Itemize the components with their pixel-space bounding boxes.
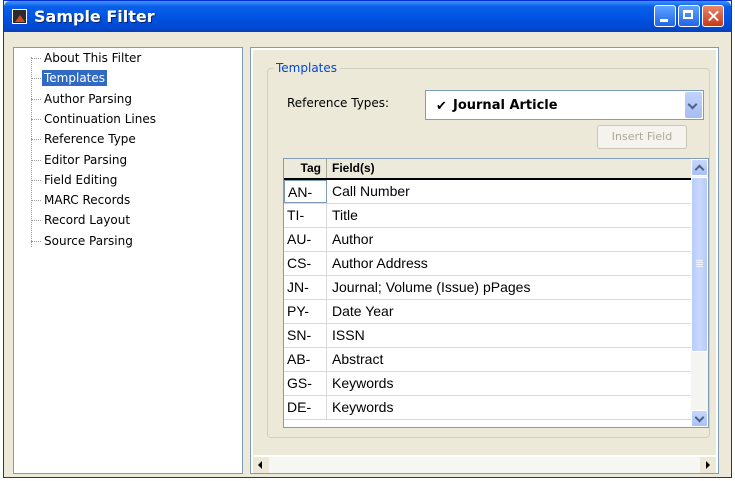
tree-connector (31, 78, 41, 80)
tree-connector (31, 159, 41, 161)
tag-cell[interactable]: SN- (284, 324, 327, 347)
grid-vertical-scrollbar[interactable] (691, 159, 708, 427)
field-cell[interactable]: Date Year (332, 300, 394, 323)
field-cell[interactable]: Author Address (332, 252, 428, 275)
insert-field-button[interactable]: Insert Field (597, 125, 687, 149)
tree-item-label: Author Parsing (44, 91, 133, 106)
tree-connector (31, 118, 41, 120)
scroll-left-icon[interactable] (253, 457, 269, 473)
tag-cell[interactable]: GS- (284, 372, 327, 395)
tree-item-label: About This Filter (44, 51, 142, 65)
tree-item-label: Field Editing (44, 172, 118, 187)
grid-header: Tag Field(s) (284, 159, 691, 180)
templates-panel-content: Templates Reference Types: ✔ Journal Art… (253, 50, 716, 455)
table-row[interactable]: SN- ISSN (284, 324, 691, 348)
tag-cell[interactable]: TI- (284, 204, 327, 227)
tree-item-label: MARC Records (44, 193, 131, 208)
tree-connector (31, 98, 41, 100)
template-fields-grid[interactable]: Tag Field(s) AN- Call Number TI- Title AU- Au… (283, 158, 709, 428)
field-cell[interactable]: Title (332, 204, 358, 227)
tag-cell[interactable]: CS- (284, 252, 327, 275)
tree-item-label: Record Layout (44, 213, 131, 228)
scroll-up-icon[interactable] (691, 159, 708, 176)
fields-column-header[interactable]: Field(s) (328, 159, 375, 178)
templates-group-label: Templates (273, 61, 341, 75)
table-row[interactable]: DE- Keywords (284, 396, 691, 420)
checkmark-icon: ✔ (436, 98, 447, 113)
tree-connector (31, 58, 41, 59)
scrollbar-thumb[interactable] (691, 177, 708, 352)
tree-item-label: Reference Type (44, 132, 136, 147)
reference-type-value: Journal Article (453, 98, 558, 113)
tree-connector (31, 240, 41, 242)
table-row[interactable]: AN- Call Number (284, 180, 691, 204)
tree-connector (31, 220, 41, 222)
sample-filter-window: Sample Filter About This Filter Templates… (3, 0, 732, 478)
field-cell[interactable]: ISSN (332, 324, 365, 347)
tree-item-label: Editor Parsing (44, 152, 128, 167)
title-bar[interactable]: Sample Filter (4, 1, 731, 32)
reference-types-label: Reference Types: (287, 96, 390, 110)
tree-item-label: Source Parsing (44, 233, 133, 248)
table-row[interactable]: AU- Author (284, 228, 691, 252)
table-row[interactable]: PY- Date Year (284, 300, 691, 324)
tag-cell[interactable]: AU- (284, 228, 327, 251)
tag-cell[interactable]: DE- (284, 396, 327, 419)
table-row[interactable]: GS- Keywords (284, 372, 691, 396)
field-cell[interactable]: Journal; Volume (Issue) pPages (332, 276, 530, 299)
minimize-button[interactable] (654, 5, 676, 27)
tree-item-label: Templates (42, 70, 108, 87)
tree-connector-line (31, 57, 32, 247)
field-cell[interactable]: Call Number (332, 180, 410, 203)
tag-column-header[interactable]: Tag (284, 159, 327, 178)
tag-cell[interactable]: AN- (284, 180, 327, 203)
field-cell[interactable]: Keywords (332, 372, 393, 395)
close-button[interactable] (702, 5, 724, 27)
reference-type-dropdown[interactable]: ✔ Journal Article (425, 90, 704, 120)
table-row[interactable]: AB- Abstract (284, 348, 691, 372)
tree-item-label: Continuation Lines (44, 111, 156, 126)
tree-connector (31, 179, 41, 181)
tree-connector (31, 139, 41, 141)
table-row[interactable]: JN- Journal; Volume (Issue) pPages (284, 276, 691, 300)
field-cell[interactable]: Abstract (332, 348, 383, 371)
filter-section-tree[interactable]: About This Filter Templates Author Parsing… (13, 47, 243, 474)
table-row[interactable]: CS- Author Address (284, 252, 691, 276)
panel-horizontal-scrollbar[interactable] (253, 457, 716, 473)
tag-cell[interactable]: AB- (284, 348, 327, 371)
tree-connector (31, 200, 41, 202)
filter-app-icon[interactable] (12, 9, 27, 24)
field-cell[interactable]: Author (332, 228, 373, 251)
tag-cell[interactable]: JN- (284, 276, 327, 299)
chevron-down-icon[interactable] (685, 92, 702, 118)
maximize-button[interactable] (678, 5, 700, 27)
table-row[interactable]: TI- Title (284, 204, 691, 228)
scroll-right-icon[interactable] (700, 457, 716, 473)
field-cell[interactable]: Keywords (332, 396, 393, 419)
scroll-down-icon[interactable] (691, 410, 708, 427)
window-title: Sample Filter (34, 7, 155, 26)
templates-panel: Templates Reference Types: ✔ Journal Art… (250, 47, 719, 474)
tag-cell[interactable]: PY- (284, 300, 327, 323)
